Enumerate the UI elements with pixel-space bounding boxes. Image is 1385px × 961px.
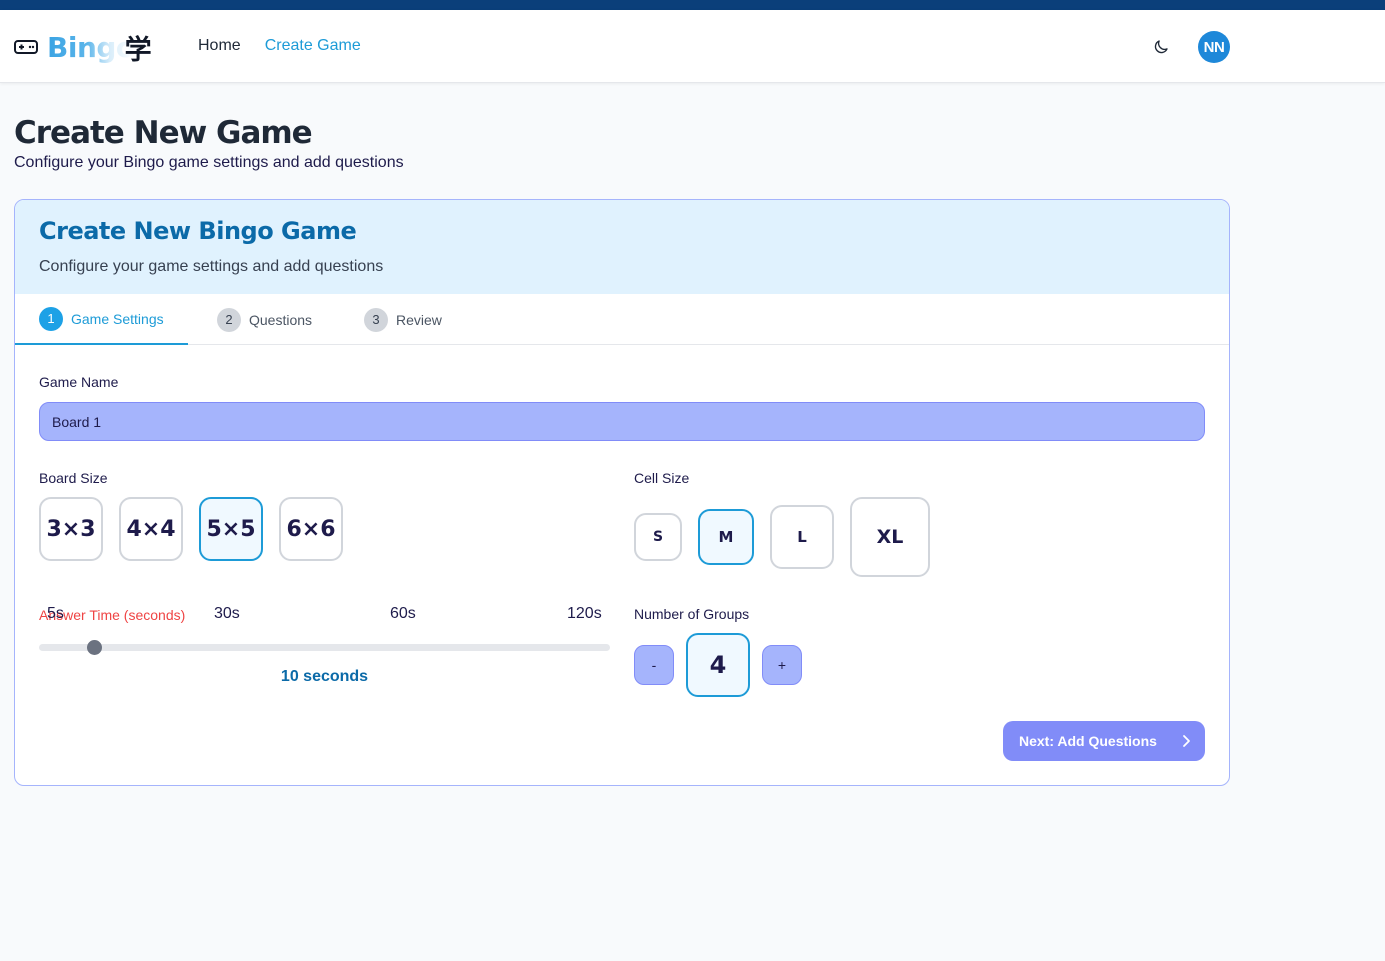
navbar: Bingo 学 Home Create Game NN [0, 10, 1385, 83]
tab-game-settings[interactable]: 1 Game Settings [15, 294, 188, 345]
step-tabs: 1 Game Settings 2 Questions 3 Review [15, 294, 1229, 345]
tab-review[interactable]: 3 Review [364, 294, 442, 345]
game-name-label: Game Name [39, 374, 119, 390]
next-button-label: Next: Add Questions [1019, 733, 1157, 749]
moon-icon[interactable] [1152, 38, 1170, 56]
step-number: 3 [364, 307, 388, 332]
logo[interactable]: Bingo 学 [14, 30, 152, 66]
top-accent-bar [0, 0, 1385, 10]
main-nav: Home Create Game [198, 37, 361, 55]
chevron-right-icon [1183, 735, 1190, 747]
page-title: Create New Game [14, 115, 313, 151]
tick-label: 5s [47, 605, 64, 622]
tick-label: 60s [390, 605, 416, 622]
gamepad-icon [14, 40, 38, 54]
game-name-input[interactable] [39, 402, 1205, 441]
cell-size-l-button[interactable]: L [770, 505, 834, 569]
board-size-5x5-button[interactable]: 5×5 [199, 497, 263, 561]
tab-label: Game Settings [71, 310, 164, 327]
groups-decrement-button[interactable]: - [634, 645, 674, 685]
tab-label: Questions [249, 311, 313, 328]
groups-increment-button[interactable]: + [762, 645, 802, 685]
groups-value: 4 [686, 633, 750, 697]
answer-time-value: 10 seconds [280, 668, 369, 685]
nav-create-game-link[interactable]: Create Game [265, 37, 361, 55]
tab-label: Review [396, 311, 442, 328]
logo-text: Bingo [47, 30, 135, 64]
tick-label: 120s [567, 605, 602, 622]
card-title: Create New Bingo Game [39, 217, 357, 245]
cell-size-xl-button[interactable]: XL [850, 497, 930, 577]
avatar[interactable]: NN [1198, 31, 1230, 63]
logo-kanji: 学 [124, 34, 152, 66]
step-number: 1 [39, 306, 63, 331]
nav-home-link[interactable]: Home [198, 37, 241, 55]
groups-label: Number of Groups [634, 606, 750, 622]
board-size-3x3-button[interactable]: 3×3 [39, 497, 103, 561]
page-subtitle: Configure your Bingo game settings and a… [14, 154, 404, 171]
board-size-4x4-button[interactable]: 4×4 [119, 497, 183, 561]
answer-time-labels: Answer Time (seconds) 5s 30s 60s 120s [39, 605, 602, 625]
cell-size-m-button[interactable]: M [698, 509, 754, 565]
next-add-questions-button[interactable]: Next: Add Questions [1003, 721, 1205, 761]
tab-questions[interactable]: 2 Questions [217, 294, 312, 345]
cell-size-s-button[interactable]: S [634, 513, 682, 561]
card-header: Create New Bingo Game Configure your gam… [15, 200, 1229, 294]
step-number: 2 [217, 307, 241, 332]
slider-thumb[interactable] [86, 640, 102, 655]
card-subtitle: Configure your game settings and add que… [39, 258, 384, 275]
create-game-card: Create New Bingo Game Configure your gam… [14, 199, 1230, 786]
tick-label: 30s [214, 605, 240, 622]
cell-size-label: Cell Size [634, 470, 690, 486]
board-size-label: Board Size [39, 470, 108, 486]
answer-time-slider[interactable] [39, 640, 610, 655]
board-size-6x6-button[interactable]: 6×6 [279, 497, 343, 561]
